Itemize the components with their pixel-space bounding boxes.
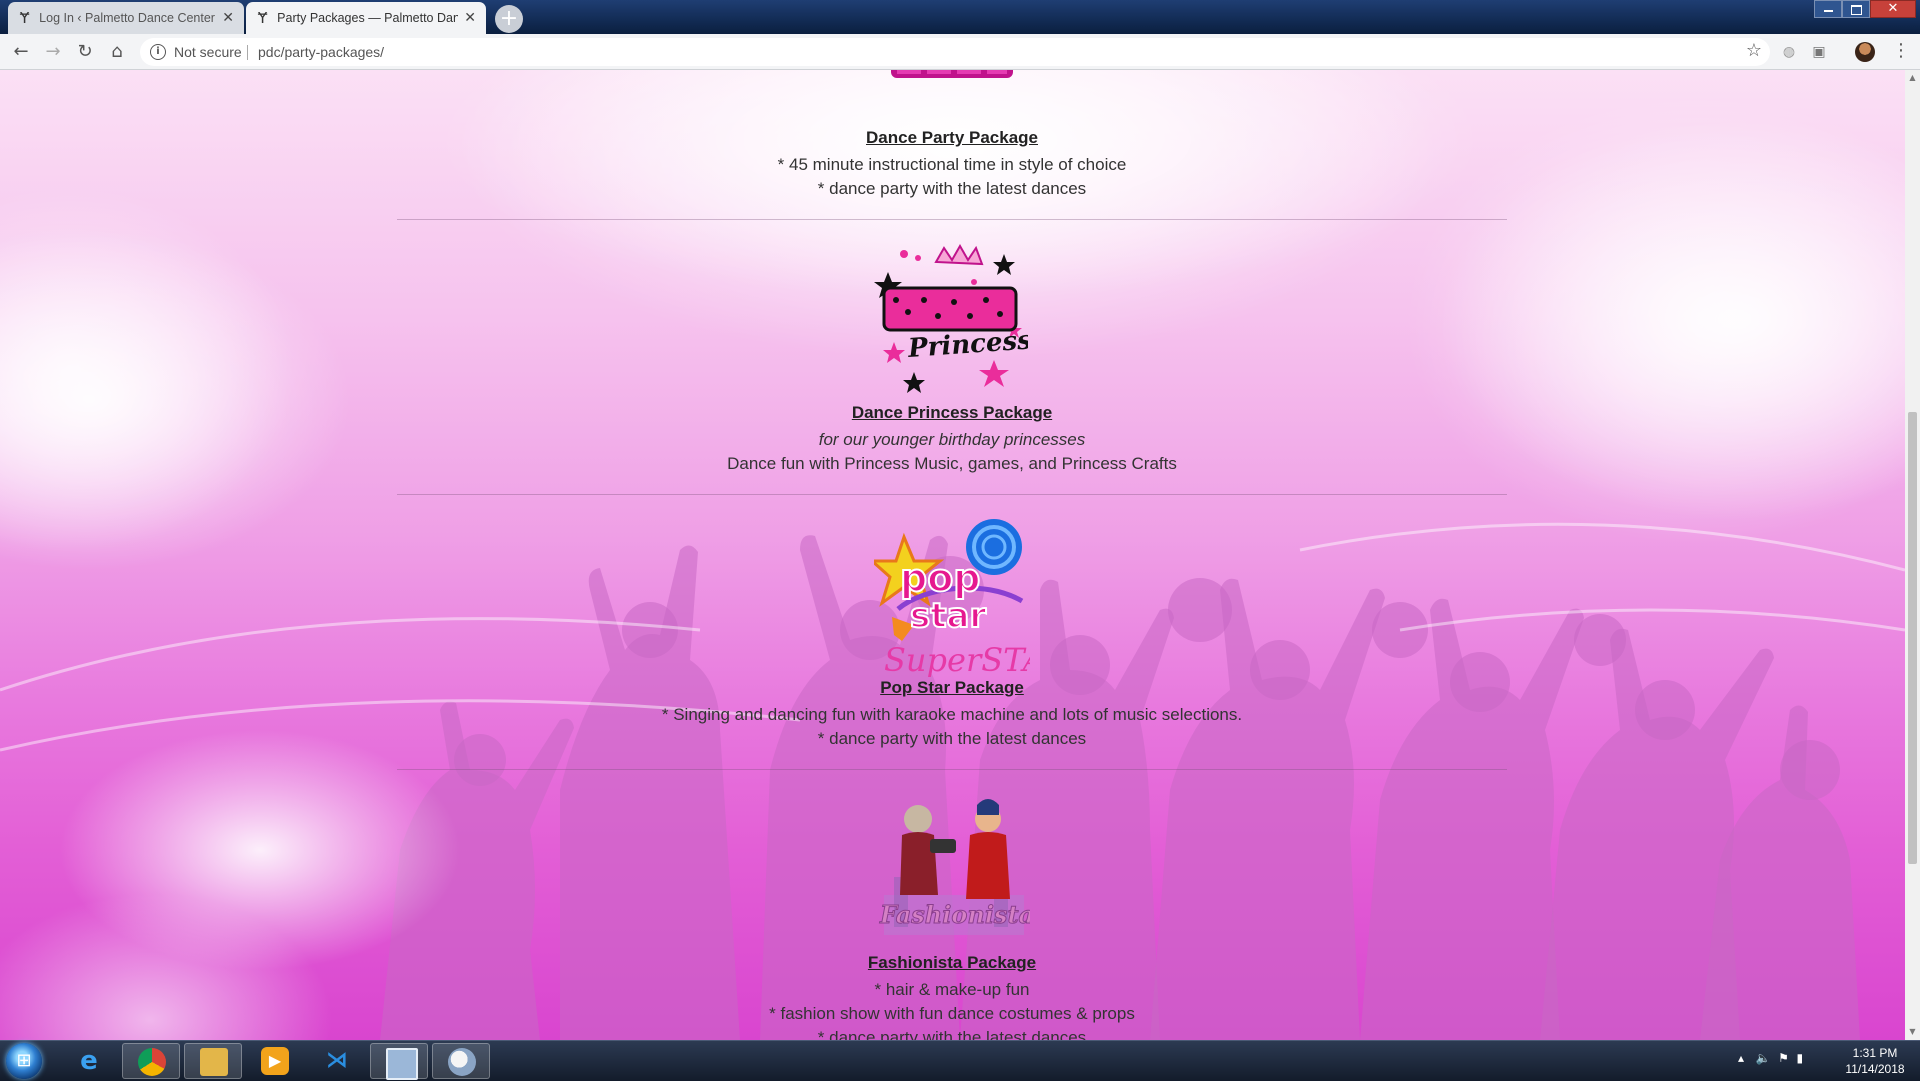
new-tab-button[interactable]: +: [495, 5, 523, 33]
volume-icon[interactable]: 🔈: [1755, 1051, 1770, 1065]
close-tab-icon[interactable]: ✕: [222, 10, 234, 26]
play-glyph-icon: ▶: [261, 1047, 289, 1075]
scrollbar-thumb[interactable]: [1908, 412, 1917, 864]
section-divider: [397, 219, 1507, 220]
system-clock[interactable]: 1:31 PM 11/14/2018: [1840, 1045, 1910, 1077]
back-icon[interactable]: ←: [9, 40, 33, 64]
info-icon[interactable]: i: [150, 44, 166, 60]
tab-party-packages[interactable]: Ɏ Party Packages — Palmetto Danc ✕: [246, 2, 486, 34]
package-description: * Singing and dancing fun with karaoke m…: [661, 705, 1243, 724]
site-favicon-icon: Ɏ: [20, 9, 30, 27]
package-title-link[interactable]: Dance Princess Package: [397, 403, 1507, 423]
palette-glyph-icon: [448, 1048, 476, 1076]
close-tab-icon[interactable]: ✕: [464, 10, 476, 26]
reload-icon[interactable]: ↻: [73, 40, 97, 64]
clock-date: 11/14/2018: [1845, 1062, 1905, 1076]
start-button[interactable]: [6, 1043, 42, 1079]
site-favicon-icon: Ɏ: [258, 9, 268, 27]
media-player-icon[interactable]: ▶: [246, 1043, 304, 1079]
remote-desktop-icon[interactable]: [370, 1043, 428, 1080]
tab-login[interactable]: Ɏ Log In ‹ Palmetto Dance Center — ✕: [8, 2, 244, 34]
svg-text:star: star: [910, 596, 986, 636]
package-title-link[interactable]: Dance Party Package: [397, 128, 1507, 148]
menu-icon[interactable]: ⋮: [1892, 40, 1910, 61]
package-title-link[interactable]: Fashionista Package: [397, 953, 1507, 973]
package-description: * dance party with the latest dances: [817, 729, 1087, 748]
network-icon[interactable]: ▮: [1796, 1051, 1803, 1065]
svg-text:Fashionista: Fashionista: [879, 900, 1030, 929]
chrome-glyph-icon: [138, 1048, 166, 1076]
file-explorer-icon[interactable]: [184, 1043, 242, 1079]
package-description: * 45 minute instructional time in style …: [777, 155, 1127, 174]
browser-titlebar: Ɏ Log In ‹ Palmetto Dance Center — ✕ Ɏ P…: [0, 0, 1920, 34]
system-tray[interactable]: ▴ 🔈 ⚑ ▮: [1738, 1051, 1803, 1065]
visual-studio-code-icon[interactable]: ⋊: [308, 1043, 366, 1079]
svg-text:SuperSTARS: SuperSTARS: [884, 641, 1030, 677]
dance-party-logo: [891, 70, 1013, 78]
fashionista-logo: Fashionista: [879, 799, 1030, 935]
url-text[interactable]: pdc/party-packages/: [258, 44, 384, 60]
security-label: Not secure: [174, 44, 242, 60]
pop-star-logo: pop star SuperSTARS: [874, 519, 1030, 677]
scroll-down-arrow-icon[interactable]: ▼: [1908, 1027, 1917, 1037]
forward-icon[interactable]: →: [41, 40, 65, 64]
show-hidden-icons-icon[interactable]: ▴: [1738, 1051, 1744, 1065]
chrome-icon[interactable]: [122, 1043, 180, 1079]
package-description: * hair & make-up fun: [874, 980, 1030, 999]
section-divider: [397, 769, 1507, 770]
tab-label: Log In ‹ Palmetto Dance Center —: [39, 11, 217, 25]
action-center-flag-icon[interactable]: ⚑: [1778, 1051, 1789, 1065]
package-description: * fashion show with fun dance costumes &…: [769, 1004, 1135, 1023]
vscode-glyph-icon: ⋊: [326, 1048, 348, 1073]
package-description: Dance fun with Princess Music, games, an…: [727, 454, 1177, 473]
svg-text:pop: pop: [900, 556, 981, 600]
tab-label: Party Packages — Palmetto Danc: [277, 11, 459, 25]
minimize-button[interactable]: [1814, 0, 1842, 18]
section-divider: [397, 494, 1507, 495]
package-title-link[interactable]: Pop Star Package: [397, 678, 1507, 698]
maximize-button[interactable]: [1842, 0, 1870, 18]
bookmark-star-icon[interactable]: ☆: [1746, 40, 1762, 61]
monitor-glyph-icon: [386, 1048, 418, 1080]
profile-avatar[interactable]: [1855, 42, 1875, 62]
internet-explorer-icon[interactable]: e: [60, 1043, 118, 1079]
browser-toolbar: ← → ↻ ⌂ i Not secure pdc/party-packages/…: [0, 34, 1920, 70]
close-window-button[interactable]: ✕: [1870, 0, 1916, 18]
dance-princess-logo: Princess: [874, 243, 1028, 393]
ie-glyph-icon: e: [80, 1046, 98, 1076]
page-viewport: Dance Party Package * 45 minute instruct…: [0, 70, 1905, 1040]
windows-taskbar: e ▶ ⋊ ▴ 🔈 ⚑ ▮ 1:31 PM 11/14/2018: [0, 1040, 1920, 1081]
scroll-up-arrow-icon[interactable]: ▲: [1908, 73, 1917, 83]
package-tagline: for our younger birthday princesses: [818, 430, 1086, 449]
folder-glyph-icon: [200, 1048, 228, 1076]
extension-icon[interactable]: ◍: [1778, 41, 1800, 63]
clock-time: 1:31 PM: [1852, 1046, 1898, 1060]
paint-icon[interactable]: [432, 1043, 490, 1079]
package-description: * dance party with the latest dances: [817, 1028, 1087, 1040]
omnibox-divider: [247, 45, 248, 60]
package-description: * dance party with the latest dances: [817, 179, 1087, 198]
home-icon[interactable]: ⌂: [105, 40, 129, 64]
address-bar[interactable]: i Not secure pdc/party-packages/ ☆: [140, 38, 1770, 66]
extension-icon[interactable]: ▣: [1808, 41, 1830, 63]
page-scrollbar[interactable]: ▲ ▼: [1905, 70, 1920, 1040]
